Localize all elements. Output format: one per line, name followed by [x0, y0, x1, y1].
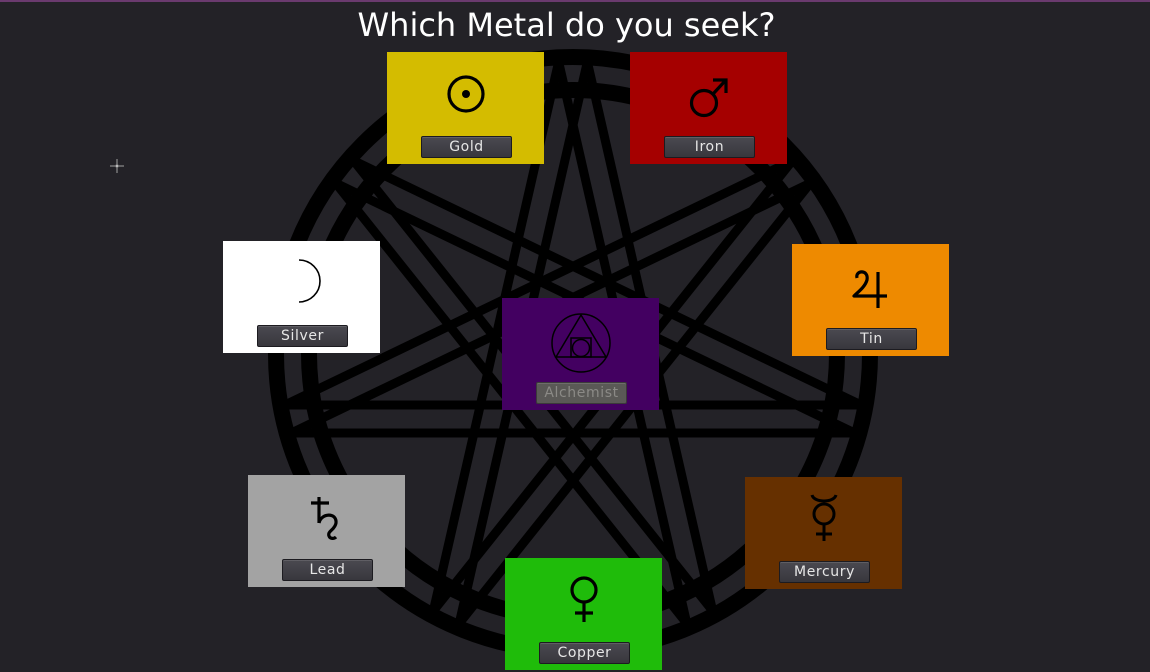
mercury-button[interactable]: Mercury [779, 561, 870, 583]
copper-button[interactable]: Copper [539, 642, 630, 664]
copper-card[interactable]: Copper [505, 558, 662, 670]
moon-icon [298, 259, 321, 303]
tin-button[interactable]: Tin [826, 328, 917, 350]
saturn-icon [310, 497, 338, 540]
jupiter-icon [851, 270, 887, 308]
lead-card[interactable]: Lead [248, 475, 405, 587]
mars-icon [689, 78, 728, 118]
venus-icon [569, 576, 598, 622]
silver-card[interactable]: Silver [223, 241, 380, 353]
iron-card[interactable]: Iron [630, 52, 787, 164]
lead-button[interactable]: Lead [282, 559, 373, 581]
page-title: Which Metal do you seek? [357, 6, 776, 44]
alchemist-button: Alchemist [536, 382, 627, 404]
alchemist-card: Alchemist [502, 298, 659, 410]
philosophers-stone-icon [550, 313, 611, 373]
sun-icon [446, 75, 485, 113]
iron-button[interactable]: Iron [664, 136, 755, 158]
mercury-icon [810, 494, 837, 541]
gold-button[interactable]: Gold [421, 136, 512, 158]
tin-card[interactable]: Tin [792, 244, 949, 356]
silver-button[interactable]: Silver [257, 325, 348, 347]
crosshair-cursor-icon [110, 159, 124, 173]
mercury-card[interactable]: Mercury [745, 477, 902, 589]
gold-card[interactable]: Gold [387, 52, 544, 164]
